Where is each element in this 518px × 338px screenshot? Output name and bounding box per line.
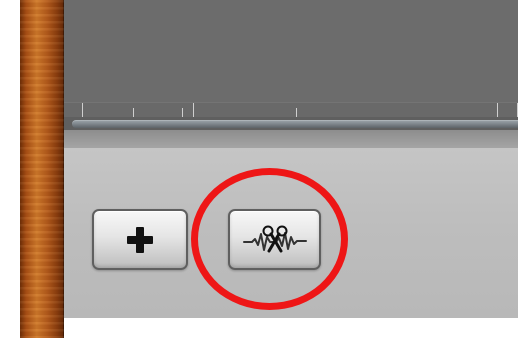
panel-separator <box>64 130 518 148</box>
audio-editor-toolbar-screenshot <box>0 0 518 338</box>
ruler-tick <box>182 108 183 117</box>
timeline-ruler <box>64 103 518 117</box>
ruler-tick <box>193 103 194 117</box>
wood-side-panel <box>20 0 64 338</box>
horizontal-scroll-track[interactable] <box>64 117 518 130</box>
horizontal-scroll-thumb[interactable] <box>72 120 518 128</box>
plus-icon <box>127 226 153 253</box>
ruler-tick <box>133 108 134 117</box>
scissors-waveform-icon <box>242 225 307 252</box>
ruler-tick <box>82 103 83 117</box>
split-audio-button[interactable] <box>228 209 321 270</box>
ruler-tick <box>497 103 498 117</box>
add-track-button[interactable] <box>92 209 188 270</box>
ruler-tick <box>296 108 297 117</box>
track-area <box>64 0 518 103</box>
